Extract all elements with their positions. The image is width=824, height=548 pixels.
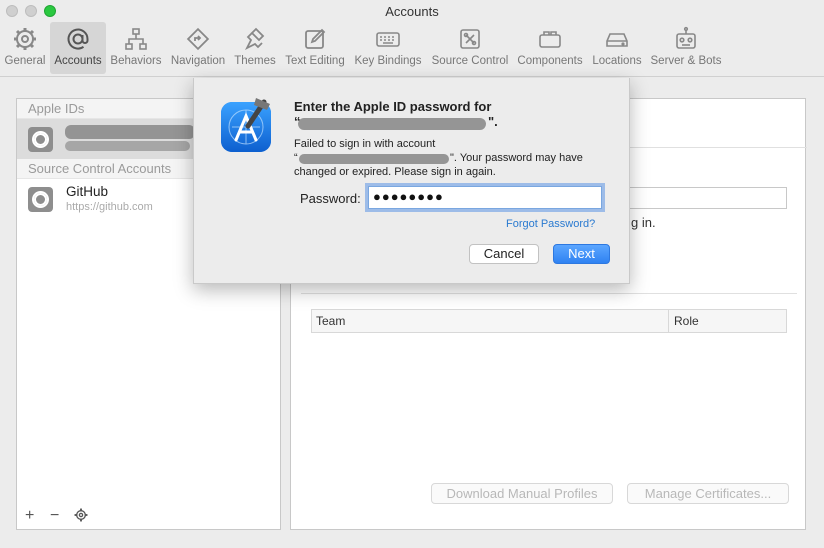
tab-behaviors[interactable]: Behaviors [108,22,164,74]
manage-certificates-button[interactable]: Manage Certificates... [627,483,789,504]
tab-themes[interactable]: Themes [232,22,278,74]
keyboard-icon [376,32,400,47]
team-table-header: Team Role [311,309,787,333]
account-name: GitHub [66,184,109,199]
account-url: https://github.com [66,201,153,213]
download-manual-profiles-button[interactable]: Download Manual Profiles [431,483,613,504]
tab-label: Source Control [431,55,509,67]
navigation-icon [186,27,210,51]
title-bar: Accounts [0,0,824,24]
cancel-button[interactable]: Cancel [469,244,539,264]
tab-accounts[interactable]: Accounts [50,22,106,74]
components-icon [539,31,561,48]
tab-components[interactable]: Components [514,22,586,74]
dialog-title-line1: Enter the Apple ID password for [294,99,492,114]
message-line2-suffix: ". Your password may have [450,152,583,164]
tab-label: Components [517,55,583,67]
preferences-toolbar: General Accounts Behaviors Navigation Th… [0,22,824,74]
avatar [28,127,53,152]
tab-label: Behaviors [110,55,162,67]
remove-account-button[interactable]: − [50,507,59,525]
role-column-header[interactable]: Role [668,310,699,332]
tab-label: Accounts [54,55,102,67]
apple-id-password-dialog: Enter the Apple ID password for “ ". Fai… [193,78,630,284]
sign-in-hint: g in. [631,215,656,230]
redacted-email [65,141,190,151]
drive-icon [606,33,628,47]
forgot-password-link[interactable]: Forgot Password? [506,218,595,230]
password-label: Password: [300,191,361,206]
detail-text-field[interactable] [629,187,787,209]
xcode-app-icon [221,98,271,152]
window-title: Accounts [385,4,439,19]
tab-label: Themes [234,55,276,67]
add-account-button[interactable]: + [25,507,34,525]
tab-source-control[interactable]: Source Control [428,22,512,74]
team-column-header[interactable]: Team [316,314,345,328]
sidebar-footer: + − [17,505,280,529]
dialog-title-line2: “ ". [294,114,498,130]
message-line1: Failed to sign in with account [294,138,436,150]
tab-label: Text Editing [285,55,345,67]
message-line3: changed or expired. Please sign in again… [294,166,496,178]
tab-label: Navigation [170,55,226,67]
avatar [28,187,53,212]
message-line2: “ ". Your password may have [294,152,583,164]
tab-server-bots[interactable]: Server & Bots [648,22,724,74]
dialog-title: Enter the Apple ID password for “ ". [294,99,498,130]
tab-text-editing[interactable]: Text Editing [282,22,348,74]
password-field[interactable]: ●●●●●●●● [368,186,602,209]
pencil-icon [305,28,326,49]
tab-navigation[interactable]: Navigation [168,22,228,74]
dialog-title-suffix: ". [488,114,498,129]
brush-icon [244,27,265,51]
divider [301,293,797,294]
account-options-button[interactable] [74,508,88,527]
tab-label: Server & Bots [650,55,722,67]
behaviors-icon [125,28,147,50]
tab-label: Locations [592,55,642,67]
redacted-name [65,125,195,139]
next-button[interactable]: Next [553,244,610,264]
redacted-apple-id [298,118,486,130]
dialog-message: Failed to sign in with account “ ". Your… [294,137,614,179]
tab-label: Key Bindings [354,55,422,67]
gear-icon [14,28,36,50]
at-sign-icon [67,28,89,50]
robot-icon [676,26,696,49]
source-control-icon [460,29,480,49]
tab-locations[interactable]: Locations [588,22,646,74]
toolbar-divider [0,76,824,77]
tab-label: General [4,55,46,67]
redacted-account [299,154,449,164]
tab-key-bindings[interactable]: Key Bindings [352,22,424,74]
gear-icon [74,508,88,522]
tab-general[interactable]: General [2,22,48,74]
